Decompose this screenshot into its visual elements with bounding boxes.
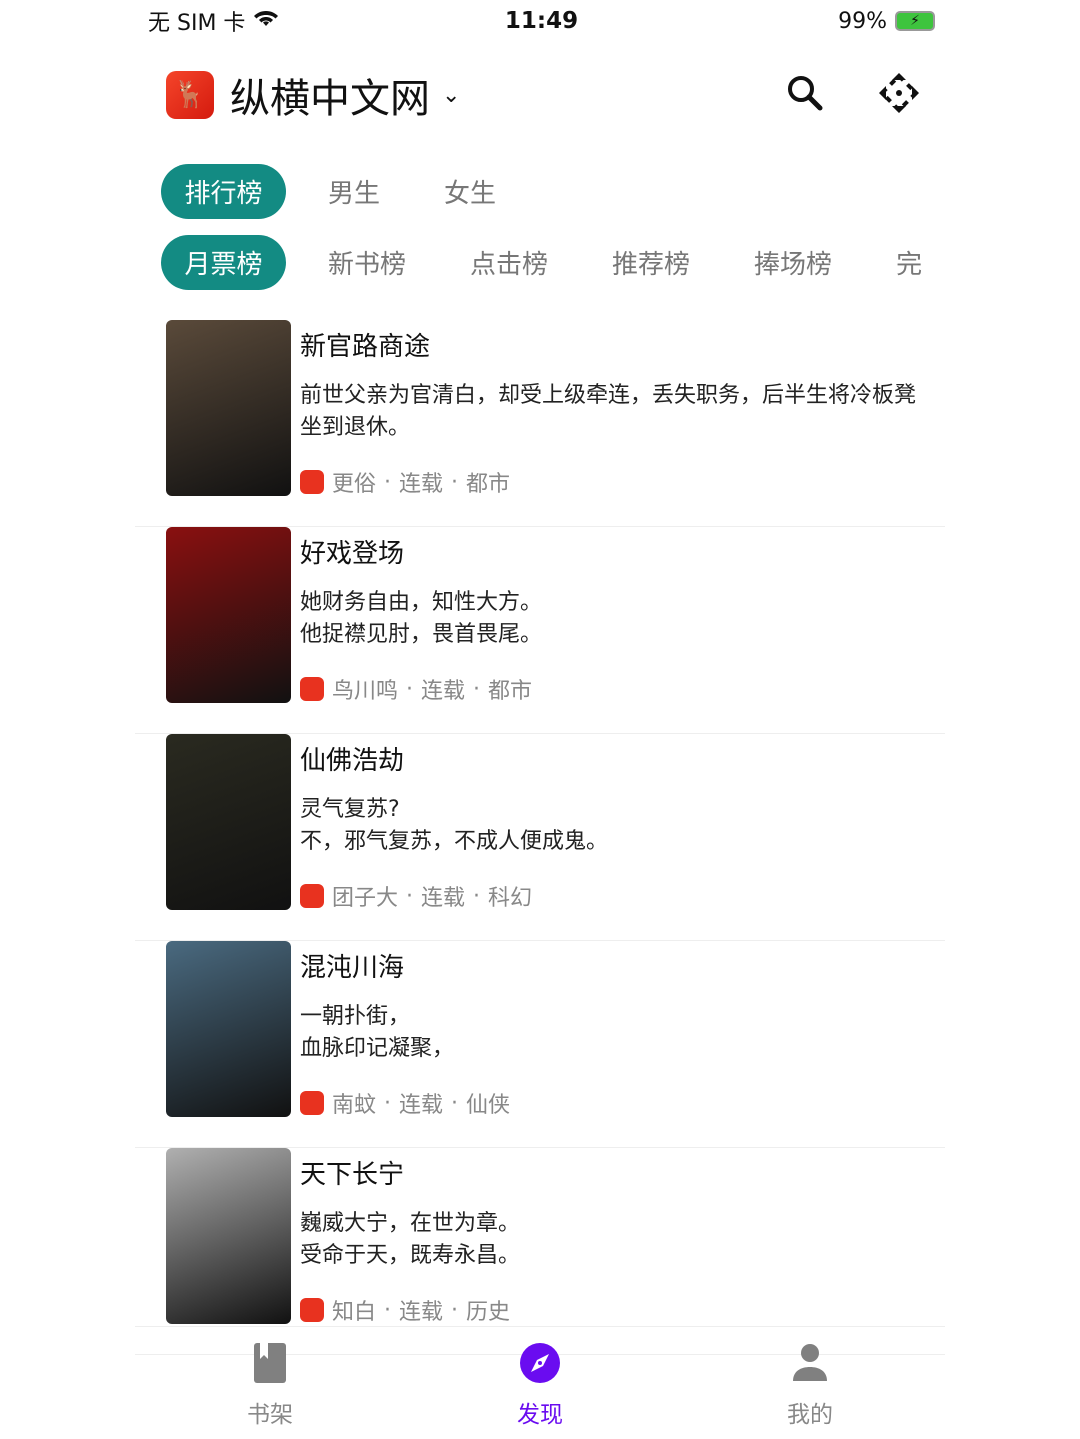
book-author: 更俗 <box>332 472 377 497</box>
tab-female[interactable]: 女生 <box>444 173 496 210</box>
clock: 11:49 <box>504 8 579 34</box>
tab-ranking[interactable]: 排行榜 <box>161 164 286 219</box>
tab-finished[interactable]: 完 <box>896 244 922 281</box>
app-title[interactable]: 纵横中文网 <box>230 66 430 124</box>
separator: · <box>451 469 459 495</box>
book-author: 知白 <box>332 1300 377 1325</box>
compass-icon <box>520 1343 560 1383</box>
separator: · <box>451 1297 459 1323</box>
author-logo-icon <box>300 1298 324 1322</box>
separator: · <box>406 676 414 702</box>
nav-label: 发现 <box>517 1402 563 1428</box>
status-bar: 无 SIM 卡 11:49 99% ⚡ <box>148 0 935 42</box>
separator: · <box>451 1090 459 1116</box>
book-title[interactable]: 好戏登场 <box>300 533 404 570</box>
book-genre: 仙侠 <box>466 1093 511 1118</box>
book-cover[interactable] <box>166 941 291 1117</box>
book-cover[interactable] <box>166 320 291 496</box>
tab-recommend[interactable]: 推荐榜 <box>612 244 690 281</box>
book-genre: 都市 <box>466 472 511 497</box>
wifi-icon <box>253 8 279 34</box>
book-cover[interactable] <box>166 527 291 703</box>
book-genre: 科幻 <box>488 886 533 911</box>
carrier: 无 SIM 卡 <box>148 11 246 36</box>
separator: · <box>384 469 392 495</box>
book-meta: 团子大 · 连载 · 科幻 <box>300 880 532 912</box>
author-logo-icon <box>300 470 324 494</box>
category-tabs: 排行榜 男生 女生 <box>161 164 518 219</box>
separator: · <box>406 883 414 909</box>
author-logo-icon <box>300 1091 324 1115</box>
book-meta: 更俗 · 连载 · 都市 <box>300 466 510 498</box>
separator: · <box>384 1090 392 1116</box>
book-author: 南蚊 <box>332 1093 377 1118</box>
book-description: 灵气复苏? 不，邪气复苏，不成人便成鬼。 <box>300 797 609 854</box>
book-item[interactable]: 天下长宁 巍威大宁，在世为章。 受命于天，既寿永昌。 知白 · 连载 · 历史 <box>135 1148 945 1355</box>
book-item[interactable]: 新官路商途 前世父亲为官清白，却受上级牵连，丢失职务，后半生将冷板凳坐到退休。 … <box>135 320 945 527</box>
book-status: 连载 <box>399 472 444 497</box>
book-title[interactable]: 混沌川海 <box>300 947 404 984</box>
separator: · <box>473 676 481 702</box>
book-cover[interactable] <box>166 1148 291 1324</box>
author-logo-icon <box>300 677 324 701</box>
rank-tabs: 月票榜 新书榜 点击榜 推荐榜 捧场榜 完 <box>161 235 922 290</box>
book-meta: 南蚊 · 连载 · 仙侠 <box>300 1087 510 1119</box>
battery-charging-icon: ⚡ <box>895 11 935 31</box>
book-meta: 鸟川鸣 · 连载 · 都市 <box>300 673 532 705</box>
book-genre: 都市 <box>488 679 533 704</box>
separator: · <box>384 1297 392 1323</box>
book-description: 前世父亲为官清白，却受上级牵连，丢失职务，后半生将冷板凳坐到退休。 <box>300 383 917 440</box>
bottom-nav: 书架 发现 我的 <box>135 1326 945 1439</box>
book-title[interactable]: 仙佛浩劫 <box>300 740 404 777</box>
search-icon[interactable] <box>786 74 824 116</box>
book-author: 团子大 <box>332 886 399 911</box>
book-item[interactable]: 好戏登场 她财务自由，知性大方。 他捉襟见肘，畏首畏尾。 鸟川鸣 · 连载 · 都市 <box>135 527 945 734</box>
deer-logo-icon: 🦌 <box>166 71 214 119</box>
separator: · <box>473 883 481 909</box>
user-icon <box>793 1344 827 1381</box>
book-genre: 历史 <box>466 1300 511 1325</box>
book-status: 连载 <box>399 1300 444 1325</box>
book-status: 连载 <box>399 1093 444 1118</box>
book-description: 一朝扑街， 血脉印记凝聚， <box>300 1004 455 1061</box>
book-item[interactable]: 仙佛浩劫 灵气复苏? 不，邪气复苏，不成人便成鬼。 团子大 · 连载 · 科幻 <box>135 734 945 941</box>
author-logo-icon <box>300 884 324 908</box>
tab-new-books[interactable]: 新书榜 <box>328 244 406 281</box>
nav-discover[interactable]: 发现 <box>405 1327 675 1439</box>
app-header: 🦌 纵横中文网 ⌄ <box>166 70 920 122</box>
apps-icon[interactable] <box>878 72 920 118</box>
book-title[interactable]: 新官路商途 <box>300 326 430 363</box>
tab-monthly-ticket[interactable]: 月票榜 <box>161 235 286 290</box>
book-author: 鸟川鸣 <box>332 679 399 704</box>
nav-bookshelf[interactable]: 书架 <box>135 1327 405 1439</box>
nav-mine[interactable]: 我的 <box>675 1327 945 1439</box>
nav-label: 我的 <box>787 1402 833 1428</box>
battery-percent: 99% <box>838 8 887 34</box>
book-description: 巍威大宁，在世为章。 受命于天，既寿永昌。 <box>300 1211 521 1268</box>
book-item[interactable]: 混沌川海 一朝扑街， 血脉印记凝聚， 南蚊 · 连载 · 仙侠 <box>135 941 945 1148</box>
book-list: 新官路商途 前世父亲为官清白，却受上级牵连，丢失职务，后半生将冷板凳坐到退休。 … <box>135 320 945 1355</box>
book-title[interactable]: 天下长宁 <box>300 1154 404 1191</box>
book-description: 她财务自由，知性大方。 他捉襟见肘，畏首畏尾。 <box>300 590 543 647</box>
tab-support[interactable]: 捧场榜 <box>754 244 832 281</box>
tab-male[interactable]: 男生 <box>328 173 380 210</box>
tab-clicks[interactable]: 点击榜 <box>470 244 548 281</box>
book-cover[interactable] <box>166 734 291 910</box>
book-status: 连载 <box>421 679 466 704</box>
nav-label: 书架 <box>247 1402 293 1428</box>
bookshelf-icon <box>254 1343 286 1383</box>
book-status: 连载 <box>421 886 466 911</box>
chevron-down-icon[interactable]: ⌄ <box>442 83 460 108</box>
book-meta: 知白 · 连载 · 历史 <box>300 1294 510 1326</box>
